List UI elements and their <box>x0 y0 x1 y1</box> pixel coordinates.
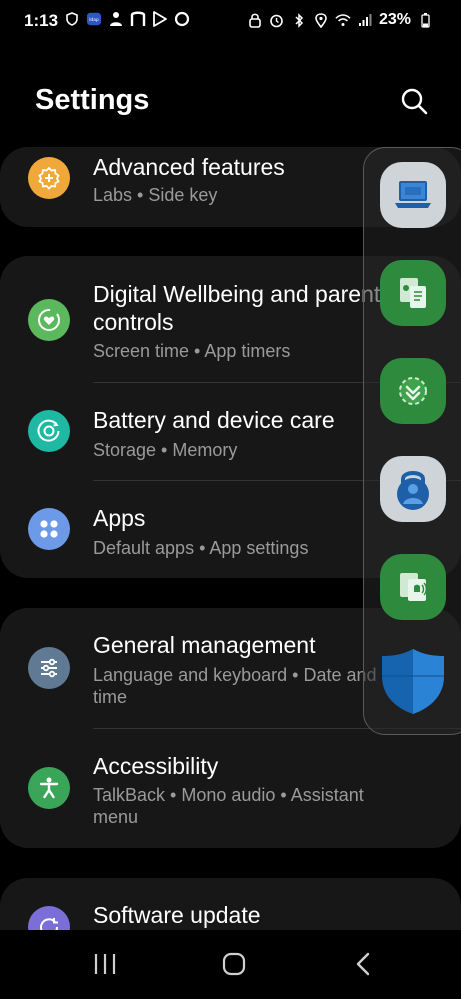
edge-app-contact-transfer[interactable] <box>380 260 446 326</box>
contact-transfer-icon <box>400 278 426 308</box>
circle-icon <box>174 11 190 27</box>
edge-app-download-shield[interactable] <box>380 358 446 424</box>
authenticator-icon <box>397 471 429 510</box>
settings-item-title: Accessibility <box>93 753 219 779</box>
edge-app-authenticator[interactable] <box>380 456 446 522</box>
netflix-icon <box>130 11 146 27</box>
recents-icon <box>94 954 116 974</box>
alarm-icon <box>269 12 285 28</box>
page-title: Settings <box>35 84 150 116</box>
search-icon <box>401 88 428 115</box>
settings-item-title: Advanced features <box>93 154 285 180</box>
settings-item-title: General management <box>93 632 316 658</box>
plus-gear-icon <box>28 157 70 199</box>
edge-app-notification-share[interactable] <box>380 554 446 620</box>
person-icon <box>108 11 124 27</box>
edge-panel <box>363 147 461 735</box>
location-icon <box>313 12 329 28</box>
device-care-icon <box>28 410 70 452</box>
shield-icon <box>64 11 80 27</box>
defender-shield-icon <box>382 649 444 714</box>
laptop-icon <box>395 181 431 208</box>
notification-share-icon <box>400 573 427 601</box>
battery-percentage: 23% <box>378 11 411 28</box>
apps-grid-icon <box>28 508 70 550</box>
search-button[interactable] <box>398 86 430 118</box>
settings-item-accessibility[interactable]: Accessibility TalkBack • Mono audio • As… <box>0 729 461 848</box>
battery-icon <box>417 12 433 28</box>
download-shield-icon <box>399 377 427 405</box>
app-badge-icon: ldap <box>86 11 102 27</box>
notification-icons: ldap <box>64 11 190 27</box>
back-icon <box>356 952 370 976</box>
bluetooth-icon <box>291 12 307 28</box>
navigation-bar <box>0 930 461 999</box>
signal-icon <box>357 12 373 28</box>
edge-app-defender[interactable] <box>380 648 446 714</box>
settings-item-subtitle: TalkBack • Mono audio • Assistant menu <box>93 785 364 827</box>
sliders-icon <box>28 647 70 689</box>
svg-text:ldap: ldap <box>89 17 99 23</box>
home-button[interactable] <box>214 948 254 980</box>
status-bar: 1:13 ldap 23% <box>0 0 461 42</box>
settings-item-title: Software update <box>93 902 261 928</box>
lock-icon <box>247 12 263 28</box>
accessibility-icon <box>28 767 70 809</box>
settings-item-title: Battery and device care <box>93 407 335 433</box>
status-time: 1:13 <box>24 11 59 30</box>
recents-button[interactable] <box>85 948 125 980</box>
edge-app-laptop[interactable] <box>380 162 446 228</box>
home-icon <box>222 952 246 976</box>
system-icons: 23% <box>247 11 433 29</box>
wifi-icon <box>335 12 351 28</box>
settings-item-title: Apps <box>93 505 146 531</box>
back-button[interactable] <box>343 948 383 980</box>
heart-circle-icon <box>28 299 70 341</box>
play-store-icon <box>152 11 168 27</box>
